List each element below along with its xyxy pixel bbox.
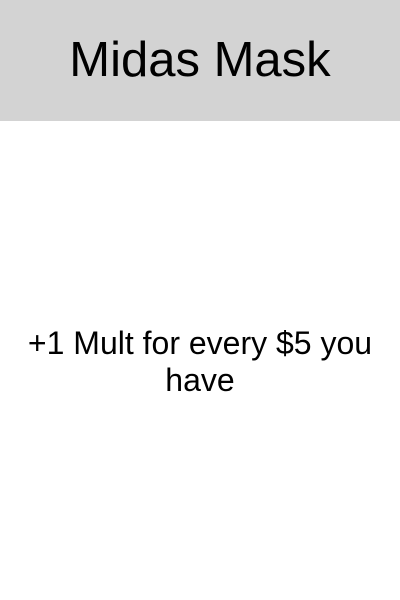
card-title: Midas Mask: [69, 32, 331, 87]
card-description: +1 Mult for every $5 you have: [27, 325, 373, 398]
joker-card: Midas Mask +1 Mult for every $5 you have: [0, 0, 400, 600]
card-header: Midas Mask: [0, 0, 400, 121]
